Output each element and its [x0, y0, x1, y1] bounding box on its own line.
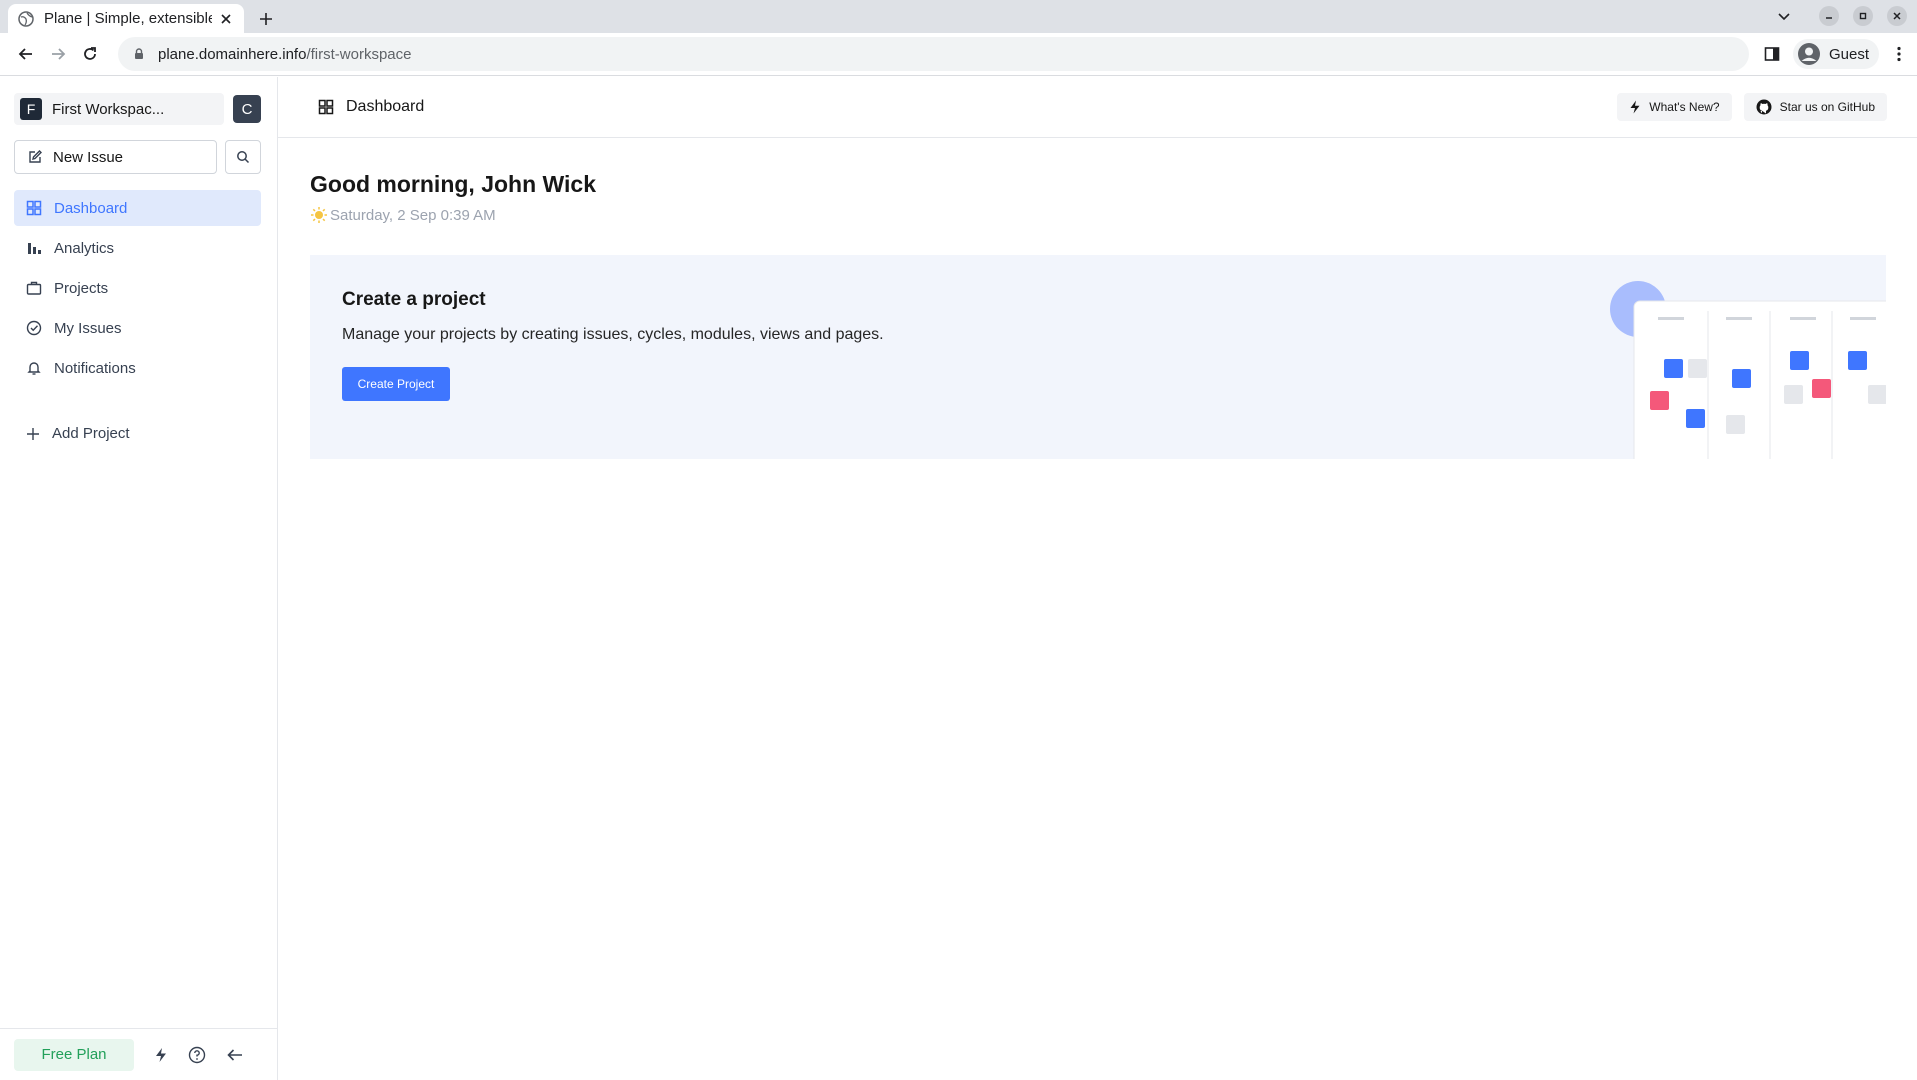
- new-tab-button[interactable]: [250, 4, 282, 33]
- maximize-button[interactable]: [1853, 6, 1873, 26]
- breadcrumb: Dashboard: [318, 98, 424, 116]
- kanban-illustration: [1610, 281, 1886, 459]
- search-icon: [237, 151, 250, 164]
- close-window-button[interactable]: [1887, 6, 1907, 26]
- whats-new-button[interactable]: What's New?: [1617, 93, 1732, 121]
- sun-icon: [311, 207, 327, 223]
- bar-chart-icon: [28, 243, 41, 254]
- sidebar-item-label: Analytics: [54, 239, 115, 257]
- check-circle-icon: [26, 320, 42, 336]
- reload-button[interactable]: [74, 38, 106, 70]
- workspace-switcher[interactable]: F First Workspac...: [14, 93, 224, 125]
- search-button[interactable]: [225, 140, 261, 174]
- minimize-button[interactable]: [1819, 6, 1839, 26]
- plus-icon: [260, 12, 272, 25]
- lightning-icon[interactable]: [154, 1047, 168, 1063]
- back-button[interactable]: [10, 38, 42, 70]
- greeting: Good morning, John Wick Saturday, 2 Sep …: [310, 171, 596, 224]
- tab-title: Plane | Simple, extensible: [44, 10, 212, 27]
- arrow-right-icon: [52, 48, 66, 60]
- new-issue-button[interactable]: New Issue: [14, 140, 217, 174]
- greeting-date-row: Saturday, 2 Sep 0:39 AM: [310, 206, 596, 224]
- sidebar-item-my-issues[interactable]: My Issues: [14, 310, 261, 346]
- main-header: Dashboard What's New? Star us on GitHub: [278, 77, 1917, 138]
- reload-icon: [84, 47, 96, 60]
- sidebar-item-label: Dashboard: [54, 199, 128, 217]
- github-label: Star us on GitHub: [1779, 100, 1875, 114]
- forward-button[interactable]: [42, 38, 74, 70]
- app-root: F First Workspac... C New Issue Dashboar…: [0, 77, 1917, 1080]
- profile-button[interactable]: Guest: [1792, 39, 1879, 69]
- card-description: Manage your projects by creating issues,…: [342, 326, 884, 343]
- workspace-name: First Workspac...: [52, 100, 165, 118]
- browser-tab-strip: Plane | Simple, extensible: [0, 0, 1917, 33]
- sidebar-item-label: Notifications: [54, 359, 136, 377]
- sidebar-item-dashboard[interactable]: Dashboard: [14, 190, 261, 226]
- github-icon: [1756, 99, 1772, 115]
- add-project-label: Add Project: [52, 425, 130, 442]
- sidebar-nav: Dashboard Analytics Projects My Issues N…: [14, 190, 261, 390]
- maximize-icon: [1859, 12, 1867, 20]
- sidebar-footer: Free Plan: [0, 1028, 277, 1080]
- address-bar[interactable]: plane.domainhere.info/first-workspace: [118, 37, 1749, 71]
- url-path: /first-workspace: [306, 45, 412, 63]
- close-icon: [1893, 12, 1901, 20]
- greeting-date: Saturday, 2 Sep 0:39 AM: [330, 206, 496, 224]
- create-project-card: Create a project Manage your projects by…: [310, 255, 1886, 459]
- sidebar: F First Workspac... C New Issue Dashboar…: [0, 77, 278, 1080]
- lock-icon: [135, 48, 143, 59]
- whats-new-label: What's New?: [1649, 100, 1720, 114]
- new-issue-label: New Issue: [53, 148, 124, 166]
- main-content: Dashboard What's New? Star us on GitHub: [278, 77, 1917, 1080]
- create-project-button[interactable]: Create Project: [342, 367, 450, 401]
- profile-label: Guest: [1828, 45, 1869, 63]
- lightning-icon: [1630, 100, 1640, 114]
- bell-icon: [27, 362, 41, 375]
- sidebar-item-label: My Issues: [54, 319, 122, 337]
- grid-icon: [26, 200, 42, 216]
- edit-icon: [29, 150, 42, 163]
- free-plan-badge[interactable]: Free Plan: [14, 1038, 134, 1071]
- sidebar-item-analytics[interactable]: Analytics: [14, 230, 261, 266]
- grid-icon: [318, 99, 334, 115]
- user-avatar[interactable]: C: [233, 95, 261, 123]
- briefcase-icon: [26, 281, 42, 295]
- workspace-logo: F: [20, 98, 42, 120]
- kebab-menu-icon[interactable]: [1891, 45, 1907, 63]
- sidebar-item-label: Projects: [54, 279, 109, 297]
- github-star-button[interactable]: Star us on GitHub: [1743, 93, 1887, 121]
- breadcrumb-title: Dashboard: [346, 98, 425, 115]
- sidebar-item-projects[interactable]: Projects: [14, 270, 261, 306]
- window-controls: [1777, 6, 1907, 26]
- arrow-left-icon: [18, 48, 32, 60]
- side-panel-icon[interactable]: [1763, 45, 1781, 63]
- sidebar-item-notifications[interactable]: Notifications: [14, 350, 261, 386]
- help-icon[interactable]: [188, 1046, 206, 1064]
- close-icon[interactable]: [218, 11, 234, 27]
- chevron-down-icon[interactable]: [1777, 9, 1791, 23]
- plus-icon: [27, 427, 39, 440]
- browser-toolbar: plane.domainhere.info/first-workspace Gu…: [0, 33, 1917, 76]
- card-title: Create a project: [342, 289, 486, 310]
- minimize-icon: [1826, 17, 1832, 19]
- browser-tab[interactable]: Plane | Simple, extensible: [8, 4, 244, 33]
- globe-icon: [18, 10, 34, 27]
- collapse-sidebar-icon[interactable]: [226, 1047, 244, 1063]
- add-project-button[interactable]: Add Project: [26, 425, 130, 442]
- url-host: plane.domainhere.info: [158, 45, 307, 63]
- greeting-title: Good morning, John Wick: [310, 171, 597, 197]
- avatar-icon: [1797, 43, 1820, 65]
